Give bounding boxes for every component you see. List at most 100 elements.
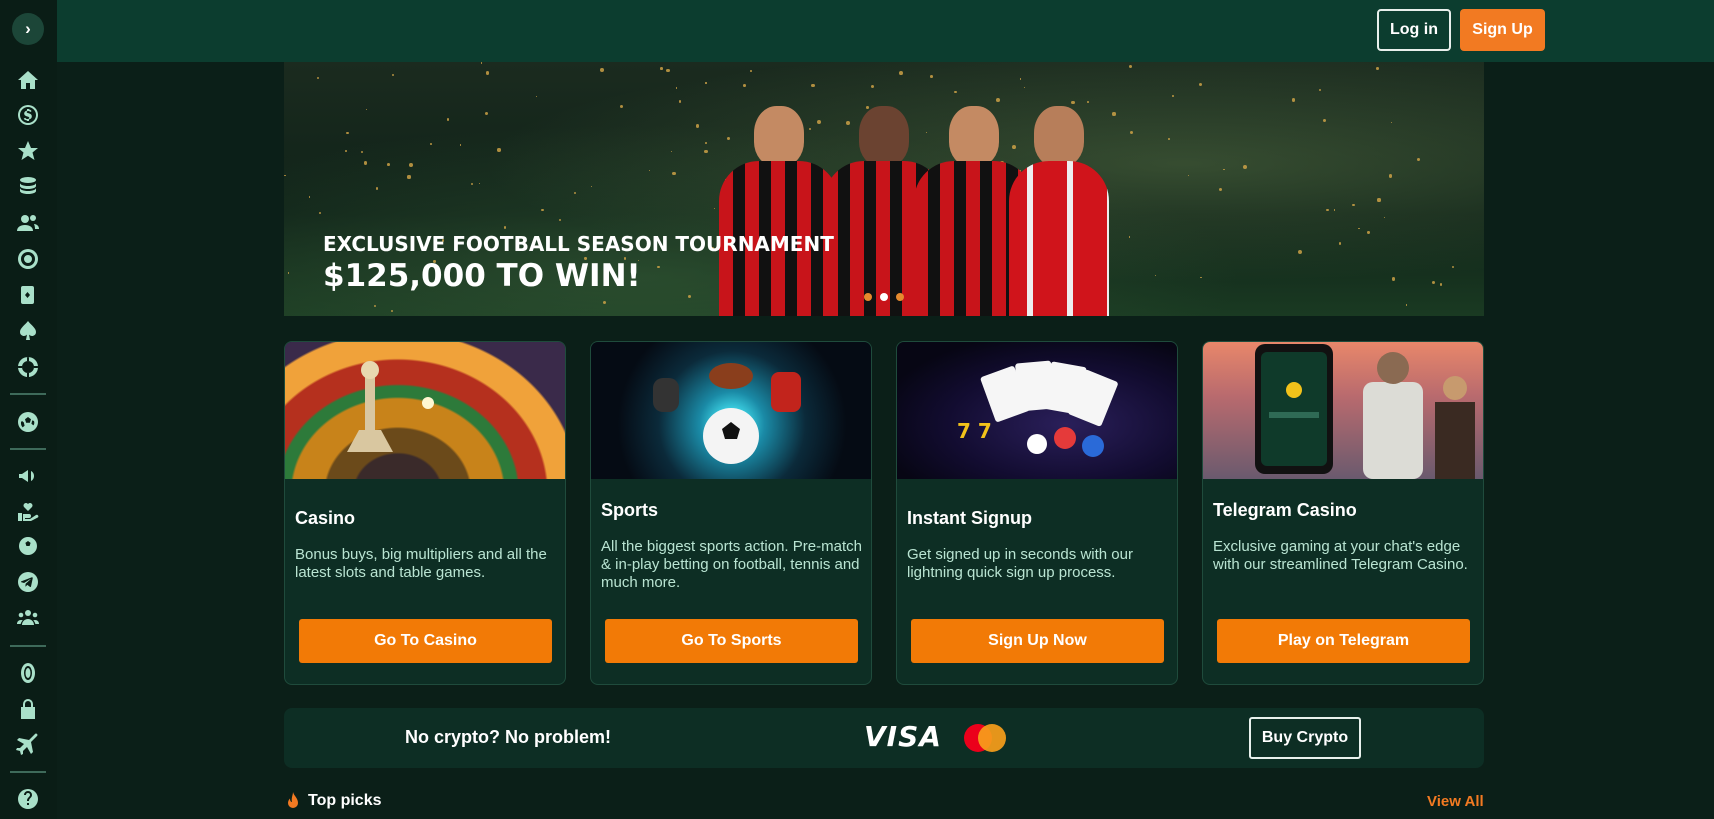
confetti-particle [535,95,537,97]
confetti-particle [503,226,506,229]
confetti-particle [995,97,1000,102]
confetti-particle [344,149,347,152]
confetti-particle [811,83,815,88]
confetti-particle [1071,100,1076,105]
confetti-particle [600,68,604,72]
view-all-link[interactable]: View All [1427,793,1484,810]
login-button[interactable]: Log in [1377,9,1451,51]
promo-banner[interactable]: EXCLUSIVE FOOTBALL SEASON TOURNAMENT $12… [284,62,1484,316]
go-to-casino-button[interactable]: Go To Casino [299,619,552,663]
confetti-particle [666,69,670,73]
sign-up-now-button[interactable]: Sign Up Now [911,619,1164,663]
carousel-dot[interactable] [896,293,904,301]
telegram-casino-card: Telegram Casino Exclusive gaming at your… [1202,341,1484,685]
spade-icon[interactable] [14,317,42,345]
confetti-particle [676,87,678,89]
confetti-particle [1388,174,1393,178]
confetti-particle [541,208,545,212]
confetti-particle [1168,138,1170,141]
confetti-particle [407,175,411,179]
visa-logo: VISA [864,720,942,753]
plane-icon[interactable] [14,731,42,759]
confetti-particle [1171,94,1174,97]
banner-subtitle: $125,000 TO WIN! [323,258,641,294]
confetti-particle [1129,131,1134,135]
card-description: Get signed up in seconds with our lightn… [907,546,1133,581]
home-icon[interactable] [14,66,42,94]
buy-crypto-bar: No crypto? No problem! VISA Buy Crypto [284,708,1484,768]
confetti-particle [485,71,490,75]
crypto-message: No crypto? No problem! [405,727,611,747]
top-picks-heading: Top picks [286,792,382,810]
confetti-particle [1439,283,1443,286]
confetti-particle [743,83,746,87]
go-to-sports-button[interactable]: Go To Sports [605,619,858,663]
sports-card: Sports All the biggest sports action. Pr… [590,341,872,685]
confetti-particle [1390,121,1393,123]
confetti-particle [602,301,606,305]
megaphone-icon[interactable] [14,462,42,490]
coin-icon[interactable] [14,659,42,687]
confetti-particle [871,85,875,89]
football-icon[interactable] [14,408,42,436]
dollar-icon[interactable] [14,101,42,129]
signup-button[interactable]: Sign Up [1460,9,1545,51]
users-icon[interactable] [14,209,42,237]
coins-icon[interactable] [14,173,42,201]
confetti-particle [497,148,501,152]
sidebar-toggle-button[interactable]: › [12,13,44,45]
confetti-particle [574,192,576,195]
play-on-telegram-button[interactable]: Play on Telegram [1217,619,1470,663]
buy-crypto-button[interactable]: Buy Crypto [1249,717,1361,759]
confetti-particle [391,73,395,77]
instant-signup-card: 7 7 Instant Signup Get signed up in seco… [896,341,1178,685]
casino-card: Casino Bonus buys, big multipliers and a… [284,341,566,685]
confetti-particle [365,108,367,110]
telegram-icon[interactable] [14,568,42,596]
confetti-particle [695,123,700,128]
confetti-particle [648,170,651,172]
confetti-particle [1297,249,1302,254]
banner-title: EXCLUSIVE FOOTBALL SEASON TOURNAMENT [323,232,834,256]
confetti-particle [429,143,432,146]
confetti-particle [360,150,364,154]
confetti-particle [374,305,377,308]
confetti-particle [898,70,903,75]
confetti-particle [929,75,933,78]
confetti-particle [705,142,708,145]
confetti-particle [1128,236,1131,238]
sidebar-divider [10,771,46,773]
confetti-particle [1199,82,1203,86]
confetti-particle [409,163,413,167]
group-icon[interactable] [14,604,42,632]
soccer-ball-icon[interactable] [14,532,42,560]
confetti-particle [480,62,483,64]
confetti-particle [704,149,708,153]
star-icon[interactable] [14,137,42,165]
carousel-dot[interactable] [864,293,872,301]
carousel-dot-active[interactable] [880,293,888,301]
card-title: Telegram Casino [1213,500,1357,520]
cards-icon[interactable] [14,281,42,309]
flame-icon [288,792,298,808]
sidebar-divider [10,448,46,450]
instant-signup-card-image: 7 7 [897,342,1177,479]
confetti-particle [1377,198,1381,202]
help-icon[interactable] [14,785,42,813]
heart-hand-icon[interactable] [14,497,42,525]
confetti-particle [750,69,752,72]
lock-icon[interactable] [14,695,42,723]
confetti-particle [1416,157,1421,162]
confetti-particle [1223,169,1225,171]
confetti-particle [287,272,290,274]
confetti-particle [1243,165,1247,169]
roulette-icon[interactable] [14,245,42,273]
confetti-particle [363,161,367,165]
confetti-particle [1432,280,1436,284]
confetti-particle [590,186,592,188]
poker-chip-icon[interactable] [14,353,42,381]
confetti-particle [1187,174,1189,176]
top-header: Log in Sign Up [57,0,1714,62]
confetti-particle [678,100,682,104]
confetti-particle [346,131,349,135]
